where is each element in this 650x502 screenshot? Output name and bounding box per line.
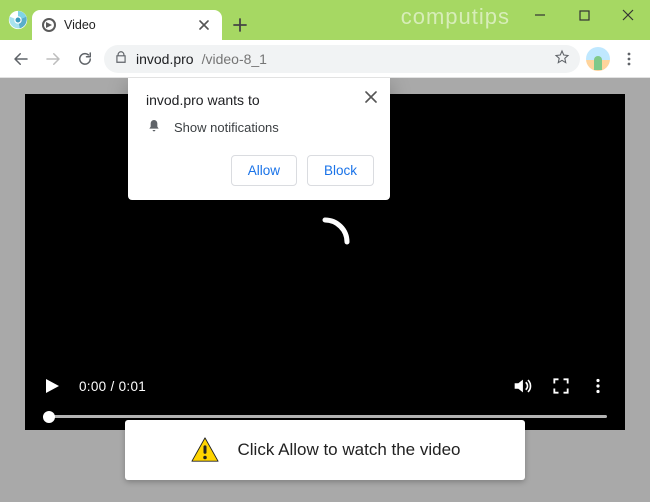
allow-banner: Click Allow to watch the video (125, 420, 525, 480)
notification-permission-popup: invod.pro wants to Show notifications Al… (128, 78, 390, 200)
bookmark-button[interactable] (554, 49, 570, 68)
video-more-button[interactable] (589, 377, 607, 395)
play-button[interactable] (43, 377, 61, 395)
maximize-icon (579, 10, 590, 21)
page-content: 0:00 / 0:01 (0, 78, 650, 502)
warning-icon (190, 436, 220, 464)
fullscreen-button[interactable] (551, 376, 571, 396)
forward-button[interactable] (40, 46, 66, 72)
arrow-right-icon (44, 50, 62, 68)
time-display: 0:00 / 0:01 (79, 379, 146, 394)
address-bar[interactable]: invod.pro/video-8_1 (104, 45, 580, 73)
fullscreen-icon (551, 376, 571, 396)
kebab-icon (589, 377, 607, 395)
new-tab-button[interactable] (226, 11, 254, 39)
reload-button[interactable] (72, 46, 98, 72)
permission-row: Show notifications (146, 118, 374, 137)
reload-icon (76, 50, 94, 68)
tab-strip: Video (0, 0, 518, 40)
star-icon (554, 49, 570, 65)
close-icon (199, 20, 209, 30)
url-path: /video-8_1 (202, 51, 267, 67)
tab-favicon-video-icon (42, 18, 56, 32)
close-window-button[interactable] (606, 0, 650, 30)
close-icon (622, 9, 634, 21)
block-button[interactable]: Block (307, 155, 374, 186)
tab-title: Video (64, 18, 96, 32)
kebab-icon (621, 51, 637, 67)
toolbar: invod.pro/video-8_1 (0, 40, 650, 78)
allow-button[interactable]: Allow (231, 155, 297, 186)
play-icon (43, 377, 61, 395)
arrow-left-icon (12, 50, 30, 68)
permission-label: Show notifications (174, 120, 279, 135)
popup-close-button[interactable] (360, 86, 382, 108)
bell-icon (146, 118, 162, 137)
back-button[interactable] (8, 46, 34, 72)
titlebar: Video computips (0, 0, 650, 40)
plus-icon (233, 18, 247, 32)
popup-actions: Allow Block (146, 155, 374, 186)
popup-title: invod.pro wants to (146, 92, 374, 108)
browser-window: Video computips (0, 0, 650, 502)
banner-text: Click Allow to watch the video (238, 440, 461, 460)
maximize-button[interactable] (562, 0, 606, 30)
close-icon (365, 91, 377, 103)
window-controls (518, 0, 650, 40)
minimize-button[interactable] (518, 0, 562, 30)
progress-track (43, 415, 607, 418)
chrome-menu-button[interactable] (616, 46, 642, 72)
tab-active[interactable]: Video (32, 10, 222, 40)
url-host: invod.pro (136, 51, 194, 67)
progress-thumb[interactable] (43, 411, 55, 423)
minimize-icon (534, 9, 546, 21)
loading-spinner-icon (297, 214, 353, 270)
lock-icon (114, 50, 128, 67)
tab-close-button[interactable] (196, 17, 212, 33)
volume-button[interactable] (511, 375, 533, 397)
browser-app-icon (8, 10, 28, 30)
profile-avatar[interactable] (586, 47, 610, 71)
volume-icon (511, 375, 533, 397)
controls-row: 0:00 / 0:01 (25, 366, 625, 406)
